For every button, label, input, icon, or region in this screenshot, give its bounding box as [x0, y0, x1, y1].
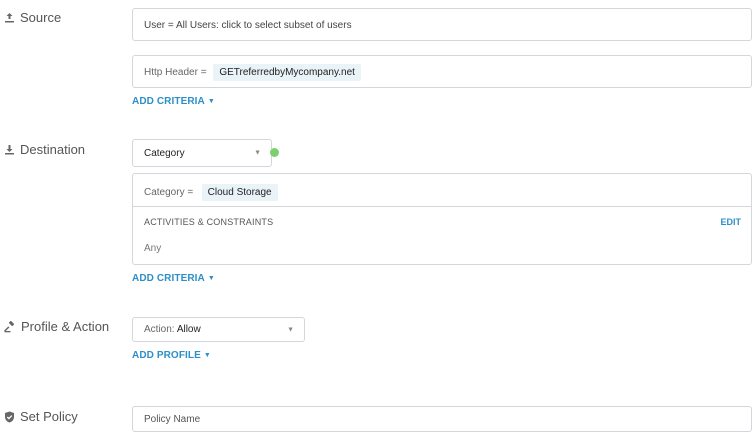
source-add-criteria-button[interactable]: ADD CRITERIA ▼ [132, 96, 215, 107]
policy-section-label: Set Policy [4, 409, 78, 424]
action-select[interactable]: Action: Allow ▼ [132, 317, 305, 342]
status-dot [270, 148, 279, 157]
divider [133, 206, 751, 207]
chevron-down-icon: ▼ [207, 275, 215, 282]
destination-label: Destination [20, 142, 86, 157]
source-header-row: Http Header = GETreferredbyMycompany.net [144, 64, 361, 81]
add-profile-label: ADD PROFILE [132, 350, 201, 361]
source-label: Source [20, 10, 62, 25]
category-value-chip[interactable]: Cloud Storage [201, 184, 278, 201]
upload-icon [4, 12, 15, 23]
policy-label: Set Policy [20, 409, 78, 424]
destination-select-value: Category [144, 148, 185, 159]
add-profile-button[interactable]: ADD PROFILE ▼ [132, 350, 211, 361]
action-value: Allow [176, 324, 201, 335]
source-users-field[interactable]: User = All Users: click to select subset… [132, 8, 752, 41]
action-prefix: Action: [144, 324, 175, 335]
gavel-icon [4, 320, 16, 333]
source-header-criteria[interactable]: Http Header = GETreferredbyMycompany.net [132, 55, 752, 88]
profile-label: Profile & Action [21, 319, 110, 334]
category-label: Category = [144, 187, 194, 198]
destination-type-select[interactable]: Category ▼ [132, 139, 272, 167]
activities-title: ACTIVITIES & CONSTRAINTS [144, 217, 274, 227]
source-add-criteria-label: ADD CRITERIA [132, 96, 205, 107]
header-value-chip[interactable]: GETreferredbyMycompany.net [213, 64, 361, 81]
edit-activities-button[interactable]: EDIT [720, 217, 741, 227]
chevron-down-icon: ▼ [207, 98, 215, 105]
source-users-text: User = All Users: click to select subset… [144, 20, 352, 31]
chevron-down-icon: ▼ [254, 149, 261, 157]
destination-category-row: Category = Cloud Storage [144, 182, 278, 201]
policy-name-placeholder: Policy Name [144, 414, 201, 425]
shield-check-icon [4, 411, 15, 423]
chevron-down-icon: ▼ [287, 326, 294, 333]
profile-section-label: Profile & Action [4, 319, 109, 334]
chevron-down-icon: ▼ [203, 352, 211, 359]
download-icon [4, 144, 15, 155]
destination-add-criteria-button[interactable]: ADD CRITERIA ▼ [132, 273, 215, 284]
activities-value: Any [144, 243, 162, 254]
destination-section-label: Destination [4, 142, 85, 157]
header-label: Http Header = [144, 67, 207, 78]
source-section-label: Source [4, 10, 61, 25]
policy-name-input[interactable]: Policy Name [132, 406, 752, 432]
destination-add-criteria-label: ADD CRITERIA [132, 273, 205, 284]
destination-criteria-panel: Category = Cloud Storage ACTIVITIES & CO… [132, 173, 752, 265]
action-select-value: Action: Allow [144, 324, 201, 335]
